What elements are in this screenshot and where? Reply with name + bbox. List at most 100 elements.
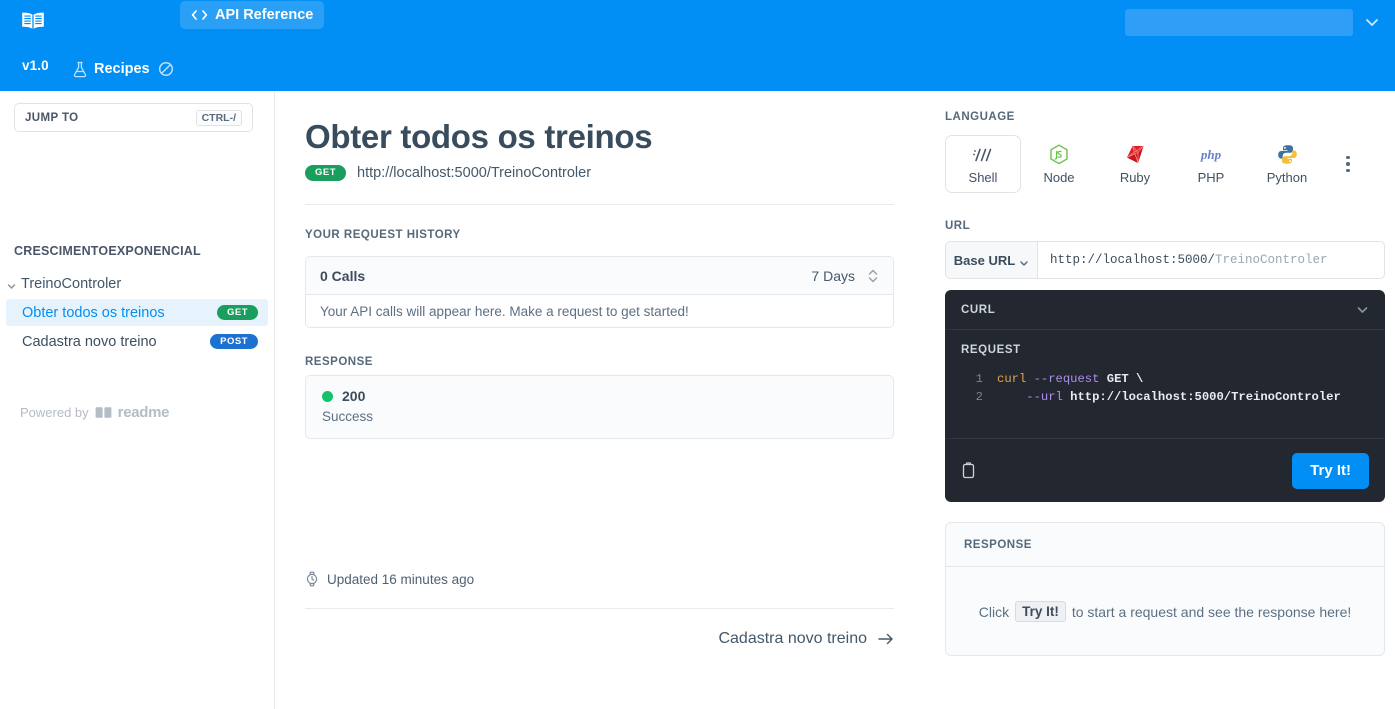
arrow-right-icon	[878, 632, 894, 646]
kebab-menu-icon[interactable]	[1339, 153, 1357, 175]
code-token-text: http://localhost:5000/TreinoControler	[1070, 390, 1341, 404]
base-url-dropdown[interactable]: Base URL	[946, 242, 1038, 278]
chevron-down-icon	[6, 279, 17, 290]
line-number: 1	[975, 372, 983, 386]
method-badge-get: GET	[216, 304, 258, 321]
response-preview-header: RESPONSE	[946, 523, 1384, 567]
try-it-button[interactable]: Try It!	[1292, 452, 1369, 489]
nodejs-hexagon-icon	[1049, 143, 1069, 166]
language-option-php[interactable]: php PHP	[1173, 135, 1249, 193]
divider	[305, 608, 894, 609]
request-history-label: YOUR REQUEST HISTORY	[305, 229, 461, 241]
jump-to-label: JUMP TO	[25, 111, 79, 124]
date-range-value: 7 Days	[811, 267, 855, 284]
response-status-code: 200	[342, 388, 366, 404]
response-preview-card: RESPONSE Click Try It! to start a reques…	[945, 522, 1385, 656]
next-page-label: Cadastra novo treino	[718, 630, 867, 647]
sidebar-item-label: Obter todos os treinos	[22, 304, 165, 321]
ruby-gem-icon	[1125, 144, 1146, 166]
language-selector: Shell Node Ruby php PHP Python	[945, 135, 1385, 193]
language-option-ruby[interactable]: Ruby	[1097, 135, 1173, 193]
calls-count: 0 Calls	[320, 267, 366, 284]
divider	[305, 204, 894, 205]
page-title: Obter todos os treinos	[305, 118, 653, 155]
code-sample-body: REQUEST 1 curl --request GET \ 2 --url h…	[945, 330, 1385, 412]
sidebar-item-label: Cadastra novo treino	[22, 333, 157, 350]
language-option-node[interactable]: Node	[1021, 135, 1097, 193]
method-badge-get: GET	[305, 165, 347, 181]
main-content: Obter todos os treinos GET http://localh…	[275, 91, 935, 709]
shell-slashes-icon	[972, 144, 994, 166]
jump-to-shortcut: CTRL-/	[195, 109, 242, 126]
code-line: 2 --url http://localhost:5000/TreinoCont…	[961, 388, 1369, 406]
code-token-text: GET \	[1106, 372, 1144, 386]
code-block[interactable]: 1 curl --request GET \ 2 --url http://lo…	[961, 370, 1369, 406]
code-sample-title: CURL	[961, 303, 996, 316]
code-token-flag: --url	[1026, 390, 1063, 404]
url-label: URL	[945, 220, 971, 232]
language-label: LANGUAGE	[945, 111, 1015, 123]
nav-api-reference-label: API Reference	[215, 7, 314, 23]
project-selector-placeholder[interactable]	[1125, 9, 1353, 36]
language-name: Python	[1266, 169, 1308, 185]
line-number: 2	[975, 390, 983, 404]
sidebar-section-title: CRESCIMENTOEXPONENCIAL	[14, 244, 201, 258]
powered-by-readme[interactable]: Powered by readme	[20, 404, 170, 421]
clipboard-icon[interactable]	[961, 462, 976, 479]
sidebar-item-obter-todos-os-treinos[interactable]: Obter todos os treinos GET	[6, 299, 268, 326]
no-entry-icon	[158, 61, 174, 77]
open-book-icon[interactable]	[18, 8, 48, 34]
flask-icon	[72, 61, 88, 78]
response-status-card[interactable]: 200 Success	[305, 375, 894, 439]
sidebar-item-cadastra-novo-treino[interactable]: Cadastra novo treino POST	[6, 328, 268, 355]
readme-book-icon	[95, 406, 112, 419]
updated-text: Updated 16 minutes ago	[327, 571, 475, 587]
code-token-flag: --request	[1033, 372, 1100, 386]
request-history-card: 0 Calls 7 Days Your API calls will appea…	[305, 256, 894, 328]
jump-to-input[interactable]: JUMP TO CTRL-/	[14, 103, 253, 132]
updated-timestamp: Updated 16 minutes ago	[305, 571, 474, 587]
code-sample-footer: Try It!	[945, 438, 1385, 502]
code-line: 1 curl --request GET \	[961, 370, 1369, 388]
date-range-stepper[interactable]	[867, 266, 879, 286]
php-text-icon: php	[1200, 146, 1222, 162]
response-hint-try-it-pill: Try It!	[1015, 601, 1066, 622]
code-token-command: curl	[997, 372, 1027, 386]
status-dot-success-icon	[322, 390, 333, 402]
response-hint-pre: Click	[978, 603, 1010, 620]
url-value-field[interactable]: http://localhost:5000/TreinoControler	[1038, 242, 1384, 278]
chevron-down-icon	[1019, 255, 1029, 266]
chevron-down-icon[interactable]	[1363, 13, 1381, 31]
nav-item-api-reference[interactable]: API Reference	[180, 1, 325, 29]
powered-by-label: Powered by	[20, 405, 89, 420]
code-sample-card: CURL REQUEST 1 curl --request GET \ 2 --…	[945, 290, 1385, 502]
language-name: PHP	[1197, 169, 1225, 185]
base-url-label: Base URL	[953, 252, 1016, 268]
language-option-python[interactable]: Python	[1249, 135, 1325, 193]
url-value-path: TreinoControler	[1215, 253, 1328, 267]
angle-brackets-icon	[191, 8, 208, 22]
response-preview-label: RESPONSE	[964, 538, 1032, 551]
code-request-label: REQUEST	[961, 344, 1021, 356]
response-label: RESPONSE	[305, 356, 373, 368]
version-selector[interactable]: v1.0	[22, 58, 49, 73]
endpoint-row: GET http://localhost:5000/TreinoControle…	[305, 165, 591, 181]
response-preview-empty: Click Try It! to start a request and see…	[946, 567, 1384, 655]
readme-wordmark: readme	[117, 404, 170, 421]
sidebar-group-treinocontroler[interactable]: TreinoControler	[6, 274, 268, 294]
nav-recipes-label: Recipes	[94, 61, 150, 77]
python-snakes-icon	[1277, 144, 1298, 166]
url-value-base: http://localhost:5000/	[1050, 253, 1216, 267]
sidebar-group-label: TreinoControler	[21, 276, 122, 292]
nav-item-recipes[interactable]: Recipes	[68, 54, 178, 84]
language-name: Shell	[968, 169, 998, 185]
url-row: Base URL http://localhost:5000/TreinoCon…	[945, 241, 1385, 279]
chevron-down-icon[interactable]	[1356, 303, 1369, 316]
response-status-text: Success	[322, 409, 374, 424]
language-option-shell[interactable]: Shell	[945, 135, 1021, 193]
request-history-empty-text: Your API calls will appear here. Make a …	[306, 295, 893, 327]
next-page-link[interactable]: Cadastra novo treino	[718, 630, 894, 648]
request-history-header: 0 Calls 7 Days	[306, 257, 893, 295]
language-name: Node	[1043, 169, 1075, 185]
language-name: Ruby	[1119, 169, 1151, 185]
